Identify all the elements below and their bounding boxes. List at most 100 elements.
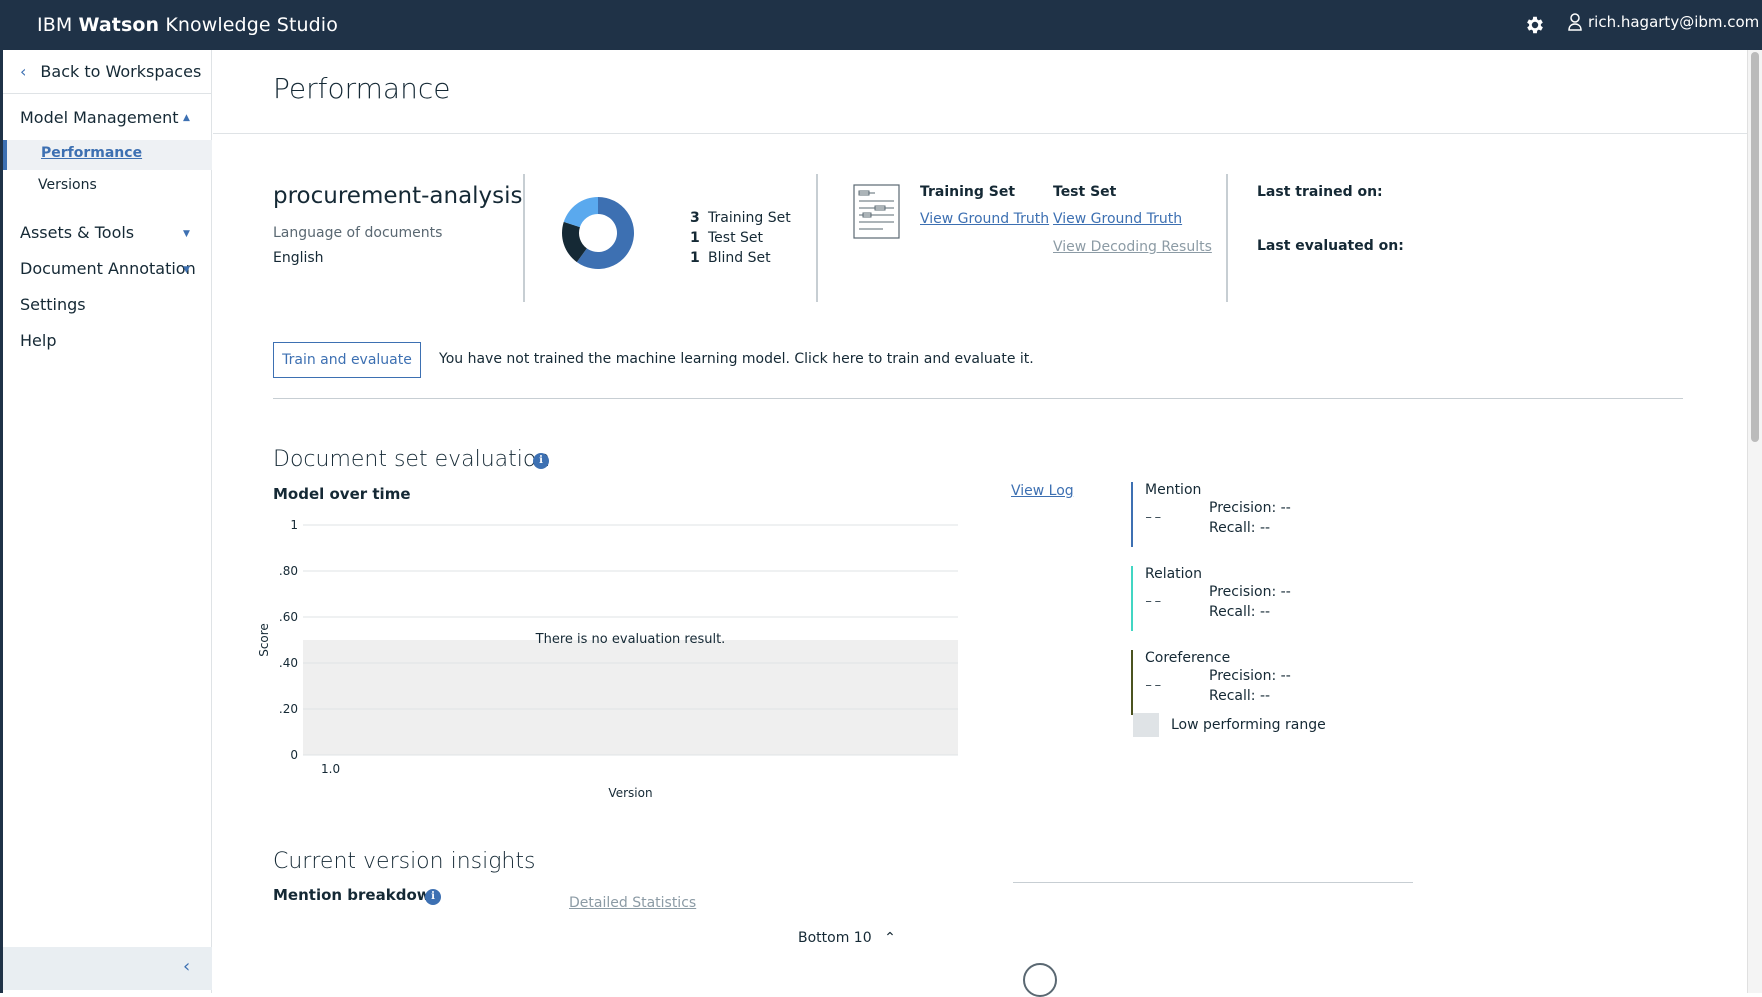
metric-recall: Recall: -- <box>1209 688 1270 704</box>
title-divider <box>213 133 1747 134</box>
metric-recall: Recall: -- <box>1209 604 1270 620</box>
metric-recall: Recall: -- <box>1209 520 1270 536</box>
sidebar-item-model-management[interactable]: Model Management <box>20 108 179 127</box>
metric-value: -- <box>1145 672 1164 696</box>
low-performing-range-swatch <box>1133 713 1159 737</box>
brand-bold: Watson <box>78 14 160 36</box>
sidebar-item-label: Assets & Tools <box>20 223 135 242</box>
user-email: rich.hagarty@ibm.com <box>1588 13 1760 31</box>
no-evaluation-result-text: There is no evaluation result. <box>535 632 726 647</box>
metric-value: -- <box>1145 588 1164 612</box>
sidebar-item-document-annotation[interactable]: Document Annotation <box>20 259 196 278</box>
y-tick-label: 1 <box>290 518 298 532</box>
model-over-time-title: Model over time <box>273 485 411 503</box>
sidebar-item-label: Document Annotation <box>20 259 196 278</box>
y-tick-label: 0 <box>290 748 298 762</box>
scrollbar-thumb[interactable] <box>1751 52 1759 442</box>
document-sets-donut-chart <box>562 197 634 269</box>
y-tick-label: .20 <box>279 702 298 716</box>
page-title: Performance <box>273 72 451 105</box>
blind-set-count-row: 1 Blind Set <box>690 248 791 268</box>
sidebar-subitem-versions[interactable]: Versions <box>38 177 97 193</box>
training-set-count-row: 3 Training Set <box>690 208 791 228</box>
divider <box>1226 174 1228 302</box>
section-divider <box>273 398 1683 399</box>
info-icon[interactable]: i <box>533 453 549 469</box>
train-message[interactable]: You have not trained the machine learnin… <box>439 351 1034 367</box>
train-and-evaluate-button[interactable]: Train and evaluate <box>273 342 421 378</box>
sidebar-subitem-label: Versions <box>38 177 97 193</box>
training-set-count: 3 <box>690 210 700 226</box>
sidebar-item-label: Model Management <box>20 108 179 127</box>
bottom10-label: Bottom 10 <box>798 930 872 946</box>
y-tick-label: .80 <box>279 564 298 578</box>
user-icon <box>1568 13 1582 31</box>
settings-gear-icon[interactable] <box>1524 14 1546 36</box>
x-tick-label: 1.0 <box>321 762 340 776</box>
precision-label: Precision: <box>1209 668 1277 684</box>
vertical-scrollbar[interactable] <box>1747 50 1762 993</box>
bottom10-toggle[interactable]: Bottom 10 ⌃ <box>798 930 896 946</box>
training-view-ground-truth-link[interactable]: View Ground Truth <box>920 211 1049 227</box>
back-to-workspaces-link[interactable]: ‹ Back to Workspaces <box>20 62 201 81</box>
detailed-statistics-link[interactable]: Detailed Statistics <box>569 895 696 911</box>
sidebar: ‹ Back to Workspaces Model Management ▲ … <box>0 50 212 993</box>
sidebar-collapse-bar[interactable]: ‹ <box>3 947 212 990</box>
current-version-insights-title: Current version insights <box>273 849 536 874</box>
user-menu[interactable]: rich.hagarty@ibm.com <box>1568 13 1759 31</box>
sidebar-item-assets-tools[interactable]: Assets & Tools <box>20 223 134 242</box>
divider <box>816 174 818 302</box>
chevron-left-icon: ‹ <box>20 62 27 81</box>
test-set-count: 1 <box>690 230 700 246</box>
metric-name: Mention <box>1145 482 1202 498</box>
caret-up-icon[interactable]: ▲ <box>183 113 190 123</box>
sidebar-item-label: Help <box>20 331 57 350</box>
coreference-metric: Coreference -- Precision: -- Recall: -- <box>1131 650 1371 715</box>
sidebar-divider <box>3 93 212 94</box>
back-label: Back to Workspaces <box>40 62 202 81</box>
recall-value: -- <box>1259 688 1271 704</box>
chevron-up-icon: ⌃ <box>884 930 896 946</box>
recall-label: Recall: <box>1209 604 1256 620</box>
info-icon[interactable]: i <box>425 889 441 905</box>
blind-set-count: 1 <box>690 250 700 266</box>
test-view-ground-truth-link[interactable]: View Ground Truth <box>1053 211 1182 227</box>
y-tick-label: .40 <box>279 656 298 670</box>
test-set-heading: Test Set <box>1053 184 1117 200</box>
recall-value: -- <box>1259 604 1271 620</box>
x-axis-label: Version <box>608 786 652 800</box>
recall-label: Recall: <box>1209 520 1256 536</box>
brand-suffix: Knowledge Studio <box>165 14 338 36</box>
y-tick-label: .60 <box>279 610 298 624</box>
recall-label: Recall: <box>1209 688 1256 704</box>
sidebar-item-settings[interactable]: Settings <box>20 295 86 314</box>
document-icon <box>853 184 900 239</box>
chevron-left-icon[interactable]: ‹ <box>183 956 190 977</box>
project-name: procurement-analysis <box>273 183 523 209</box>
blind-set-label: Blind Set <box>708 250 771 266</box>
precision-value: -- <box>1280 584 1291 600</box>
view-log-link[interactable]: View Log <box>1011 483 1074 499</box>
metric-name: Coreference <box>1145 650 1231 666</box>
sidebar-edge <box>0 50 3 993</box>
sidebar-subitem-performance[interactable]: Performance <box>3 140 212 170</box>
precision-label: Precision: <box>1209 584 1277 600</box>
caret-down-icon[interactable]: ▼ <box>183 229 190 239</box>
brand-prefix: IBM <box>37 14 73 36</box>
loading-circle-icon <box>1023 963 1057 997</box>
test-set-count-row: 1 Test Set <box>690 228 791 248</box>
caret-down-icon[interactable]: ▼ <box>183 265 190 275</box>
top-bar: IBM Watson Knowledge Studio rich.hagarty… <box>0 0 1762 50</box>
training-set-label: Training Set <box>708 210 791 226</box>
main-content: Performance procurement-analysis Languag… <box>213 50 1747 997</box>
app-brand[interactable]: IBM Watson Knowledge Studio <box>37 14 338 36</box>
precision-value: -- <box>1280 500 1291 516</box>
sidebar-item-help[interactable]: Help <box>20 331 56 350</box>
relation-metric: Relation -- Precision: -- Recall: -- <box>1131 566 1371 631</box>
divider <box>1013 882 1413 883</box>
metric-precision: Precision: -- <box>1209 668 1291 684</box>
recall-value: -- <box>1259 520 1271 536</box>
view-decoding-results-link[interactable]: View Decoding Results <box>1053 239 1212 255</box>
language-value: English <box>273 250 324 266</box>
sidebar-subitem-label: Performance <box>41 145 143 161</box>
